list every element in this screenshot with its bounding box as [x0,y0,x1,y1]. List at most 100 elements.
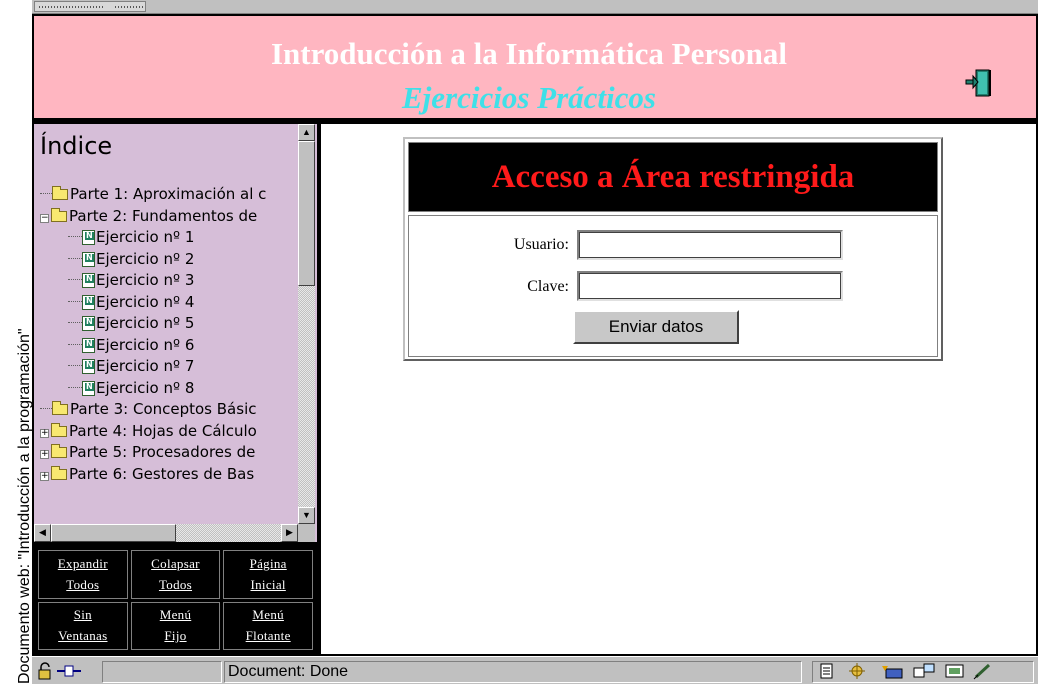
tree-item-label[interactable]: Ejercicio nº 8 [96,379,194,397]
frame-tab-strip [32,0,1038,14]
nav-collapse-all[interactable]: Colapsar Todos [130,550,221,599]
login-box: Acceso a Área restringida Usuario: Clave… [403,137,943,361]
tree-folder-item[interactable]: Parte 3: Conceptos Básic [40,399,294,421]
tree-exercise-item[interactable]: Ejercicio nº 3 [40,270,294,292]
tree-item-label[interactable]: Ejercicio nº 1 [96,228,194,246]
nav-no-windows[interactable]: Sin Ventanas [38,601,128,650]
document-icon [82,337,95,353]
scroll-right-arrow-icon[interactable]: ▶ [281,524,298,542]
tree-exercise-item[interactable]: Ejercicio nº 7 [40,356,294,378]
nav-fixed-menu-line2[interactable]: Fijo [164,628,186,644]
folder-icon [51,465,67,480]
tree-item-label[interactable]: Ejercicio nº 7 [96,357,194,375]
edit-pen-icon[interactable] [972,662,994,680]
site-subtitle: Ejercicios Prácticos [402,80,656,115]
tree-exercise-item[interactable]: Ejercicio nº 6 [40,335,294,357]
navigator-wheel-icon[interactable] [848,662,866,680]
nav-expand-all-line2[interactable]: Todos [66,577,99,593]
horizontal-scroll-thumb[interactable] [51,524,176,542]
tree-folder-item[interactable]: + Parte 4: Hojas de Cálculo [40,421,294,443]
document-icon [82,359,95,374]
tree-exercise-item[interactable]: Ejercicio nº 5 [40,313,294,335]
status-text: Document: Done [228,663,349,680]
scroll-down-arrow-icon[interactable]: ▼ [298,507,315,524]
lock-icon [36,662,54,680]
tree-item-label[interactable]: Parte 5: Procesadores de [69,443,255,461]
document-icon [82,380,95,396]
composer-icon[interactable] [944,662,966,680]
user-input[interactable] [577,230,843,260]
password-input[interactable] [577,271,843,301]
main-content-pane: Acceso a Área restringida Usuario: Clave… [321,124,1036,654]
document-list-icon[interactable] [818,662,836,680]
expand-icon[interactable]: + [40,471,49,481]
tree-item-label[interactable]: Ejercicio nº 5 [96,314,194,332]
tree-exercise-item[interactable]: Ejercicio nº 2 [40,249,294,271]
mail-icon[interactable] [880,662,904,680]
tree-item-label[interactable]: Parte 6: Gestores de Bas [69,465,254,483]
exit-door-icon[interactable] [964,68,992,98]
nav-floating-menu[interactable]: Menú Flotante [223,601,313,650]
index-tree: Parte 1: Aproximación al c − Parte 2: Fund… [40,184,294,485]
tree-connector [68,365,82,366]
login-form: Usuario: Clave: Enviar datos [408,215,938,357]
tree-item-label[interactable]: Ejercicio nº 6 [96,336,194,354]
frame-tabs[interactable] [34,1,146,12]
tree-exercise-item[interactable]: Ejercicio nº 8 [40,378,294,400]
folder-icon [52,401,68,415]
scroll-up-arrow-icon[interactable]: ▲ [298,124,315,141]
vertical-scrollbar[interactable]: ▲ ▼ [298,124,315,524]
nav-home-page[interactable]: Página Inicial [223,550,313,599]
submit-button[interactable]: Enviar datos [573,310,739,344]
document-icon [82,316,95,331]
tree-folder-item[interactable]: + Parte 5: Procesadores de [40,442,294,464]
scroll-left-arrow-icon[interactable]: ◀ [34,524,51,542]
tree-exercise-item[interactable]: Ejercicio nº 4 [40,292,294,314]
tree-connector [68,322,82,323]
nav-home-page-line2[interactable]: Inicial [251,577,286,593]
discussion-icon[interactable] [912,662,936,680]
nav-collapse-all-line1[interactable]: Colapsar [151,556,200,572]
tree-item-label[interactable]: Parte 1: Aproximación al c [70,185,266,203]
login-title: Acceso a Área restringida [491,158,855,195]
tree-connector [68,257,82,259]
vertical-scroll-thumb[interactable] [298,141,315,286]
expand-icon[interactable]: + [40,450,49,459]
tree-item-label[interactable]: Ejercicio nº 2 [96,250,194,268]
tree-item-label[interactable]: Parte 2: Fundamentos de [69,207,257,225]
nav-home-page-line1[interactable]: Página [250,556,287,572]
folder-icon [51,422,67,437]
nav-no-windows-line1[interactable]: Sin [74,607,92,623]
tree-exercise-item[interactable]: Ejercicio nº 1 [40,227,294,249]
tree-connector [40,408,52,409]
folder-icon [51,444,67,458]
login-header: Acceso a Área restringida [408,142,938,212]
password-label: Clave: [527,278,569,295]
nav-floating-menu-line1[interactable]: Menú [252,607,284,623]
nav-pane: Expandir Todos Colapsar Todos Página Ini… [34,546,317,654]
nav-floating-menu-line2[interactable]: Flotante [246,628,291,644]
tree-folder-item[interactable]: + Parte 6: Gestores de Bas [40,464,294,486]
expand-icon[interactable]: + [40,428,49,438]
tree-item-label[interactable]: Ejercicio nº 3 [96,271,194,289]
nav-expand-all-line1[interactable]: Expandir [58,556,108,572]
tree-folder-item[interactable]: Parte 1: Aproximación al c [40,184,294,206]
collapse-icon[interactable]: − [40,213,49,223]
nav-no-windows-line2[interactable]: Ventanas [58,628,107,644]
nav-fixed-menu-line1[interactable]: Menú [160,607,192,623]
tree-connector [68,300,82,302]
tree-folder-item[interactable]: − Parte 2: Fundamentos de [40,206,294,228]
document-icon [82,230,95,245]
nav-collapse-all-line2[interactable]: Todos [159,577,192,593]
index-heading: Índice [40,132,113,160]
document-icon [82,273,95,288]
tree-item-label[interactable]: Parte 3: Conceptos Básic [70,400,256,418]
nav-expand-all[interactable]: Expandir Todos [38,550,128,599]
nav-fixed-menu[interactable]: Menú Fijo [130,601,221,650]
tree-item-label[interactable]: Parte 4: Hojas de Cálculo [69,422,257,440]
horizontal-scrollbar[interactable]: ◀ ▶ [34,524,298,542]
tree-item-label[interactable]: Ejercicio nº 4 [96,293,194,311]
tree-connector [40,193,52,194]
status-progress-segment [102,661,222,683]
browser-window: Introducción a la Informática Personal E… [32,0,1038,684]
